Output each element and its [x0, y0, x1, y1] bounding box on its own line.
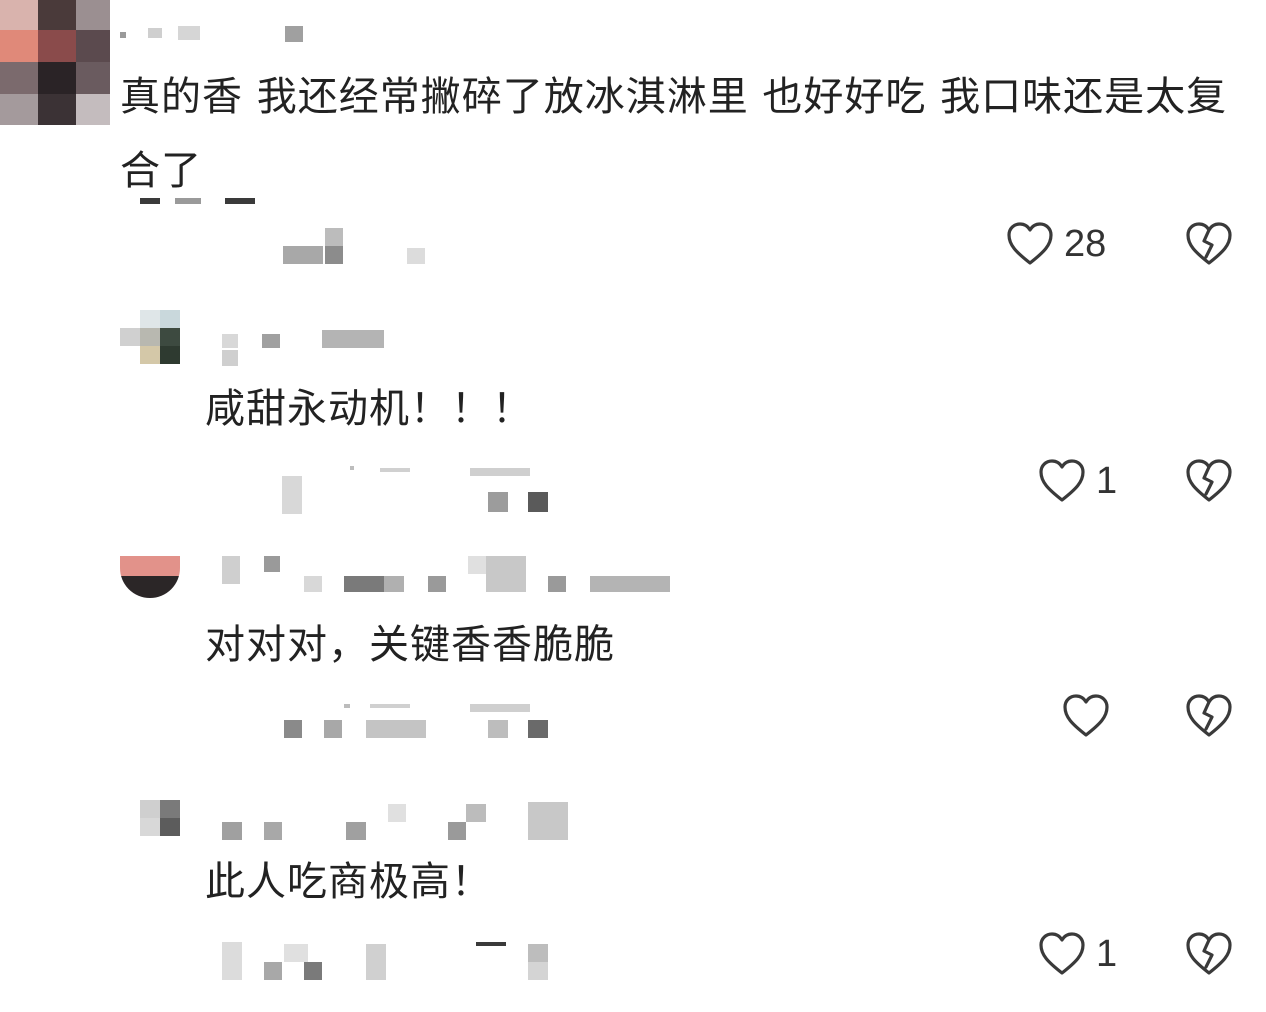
like-count: 28 — [1064, 222, 1107, 265]
username-blurred[interactable] — [220, 328, 390, 368]
avatar[interactable] — [120, 556, 180, 598]
broken-heart-icon — [1185, 458, 1233, 504]
like-button[interactable]: 1 — [1038, 930, 1117, 978]
comment-list: 真的香 我还经常撇碎了放冰淇淋里 也好好吃 我口味还是太复合了 28 咸甜永动机… — [0, 0, 1266, 1012]
comment-meta-blurred — [135, 196, 435, 270]
heart-outline-icon — [1038, 931, 1086, 977]
comment-text: 此人吃商极高！ — [205, 859, 492, 905]
username-blurred[interactable] — [120, 22, 310, 44]
dislike-button[interactable] — [1185, 220, 1233, 268]
heart-outline-icon — [1006, 221, 1054, 267]
like-button[interactable]: 28 — [1006, 220, 1106, 268]
comment-meta-blurred — [280, 700, 560, 744]
dislike-button[interactable] — [1185, 930, 1233, 978]
comment-meta-blurred — [220, 936, 560, 984]
like-count: 1 — [1096, 459, 1118, 502]
dislike-button[interactable] — [1185, 457, 1233, 505]
comment-text: 咸甜永动机！！！ — [205, 386, 533, 432]
heart-outline-icon — [1062, 693, 1110, 739]
broken-heart-icon — [1185, 693, 1233, 739]
broken-heart-icon — [1185, 221, 1233, 267]
like-button[interactable]: 1 — [1038, 457, 1117, 505]
avatar[interactable] — [120, 800, 180, 836]
comment-text: 对对对，关键香香脆脆 — [205, 622, 615, 668]
dislike-button[interactable] — [1185, 692, 1233, 740]
broken-heart-icon — [1185, 931, 1233, 977]
like-button[interactable] — [1062, 692, 1120, 740]
avatar[interactable] — [120, 310, 180, 364]
username-blurred[interactable] — [220, 800, 580, 844]
comment-meta-blurred — [280, 462, 560, 516]
avatar[interactable] — [0, 0, 110, 125]
heart-outline-icon — [1038, 458, 1086, 504]
comment-text: 真的香 我还经常撇碎了放冰淇淋里 也好好吃 我口味还是太复合了 — [120, 74, 1228, 194]
username-blurred[interactable] — [220, 552, 680, 596]
like-count: 1 — [1096, 932, 1118, 975]
